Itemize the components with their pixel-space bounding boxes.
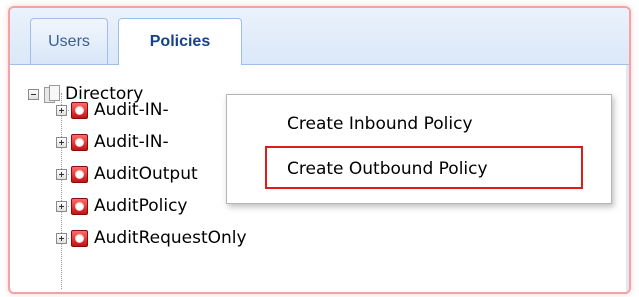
tree-item[interactable]: Audit-IN- bbox=[56, 129, 169, 155]
tree-item-label: AuditRequestOnly bbox=[94, 228, 247, 248]
tree-item-label: AuditOutput bbox=[94, 164, 198, 184]
tree-item-label: Audit-IN- bbox=[94, 100, 169, 120]
tree-item-label: AuditPolicy bbox=[94, 196, 188, 216]
policy-icon bbox=[71, 101, 88, 119]
expand-toggle-icon[interactable] bbox=[56, 104, 67, 116]
tree-item[interactable]: AuditRequestOnly bbox=[56, 225, 247, 251]
expand-toggle-icon[interactable] bbox=[56, 136, 67, 148]
policy-panel: Users Policies Directory Audit-IN- Audit… bbox=[8, 6, 631, 294]
collapse-toggle-icon[interactable] bbox=[28, 88, 39, 100]
menu-item-create-inbound-policy[interactable]: Create Inbound Policy bbox=[287, 114, 473, 134]
tree-item[interactable]: AuditPolicy bbox=[56, 193, 187, 219]
tab-users-label: Users bbox=[48, 32, 90, 50]
tree-item[interactable]: AuditOutput bbox=[56, 161, 198, 187]
tab-bar: Users Policies bbox=[10, 8, 629, 65]
expand-toggle-icon[interactable] bbox=[56, 200, 67, 212]
context-menu: Create Inbound Policy Create Outbound Po… bbox=[226, 94, 612, 204]
scrollbar-edge bbox=[626, 65, 629, 292]
tab-users[interactable]: Users bbox=[30, 18, 108, 64]
expand-toggle-icon[interactable] bbox=[56, 168, 67, 180]
tab-policies-label: Policies bbox=[149, 33, 211, 50]
policy-icon bbox=[71, 197, 88, 215]
policy-icon bbox=[71, 165, 88, 183]
policy-icon bbox=[71, 229, 88, 247]
highlight-box bbox=[265, 146, 583, 189]
policy-icon bbox=[71, 133, 88, 151]
expand-toggle-icon[interactable] bbox=[56, 232, 67, 244]
tree-item-label: Audit-IN- bbox=[94, 132, 169, 152]
tree-item[interactable]: Audit-IN- bbox=[56, 97, 169, 123]
tab-policies[interactable]: Policies bbox=[118, 18, 242, 65]
